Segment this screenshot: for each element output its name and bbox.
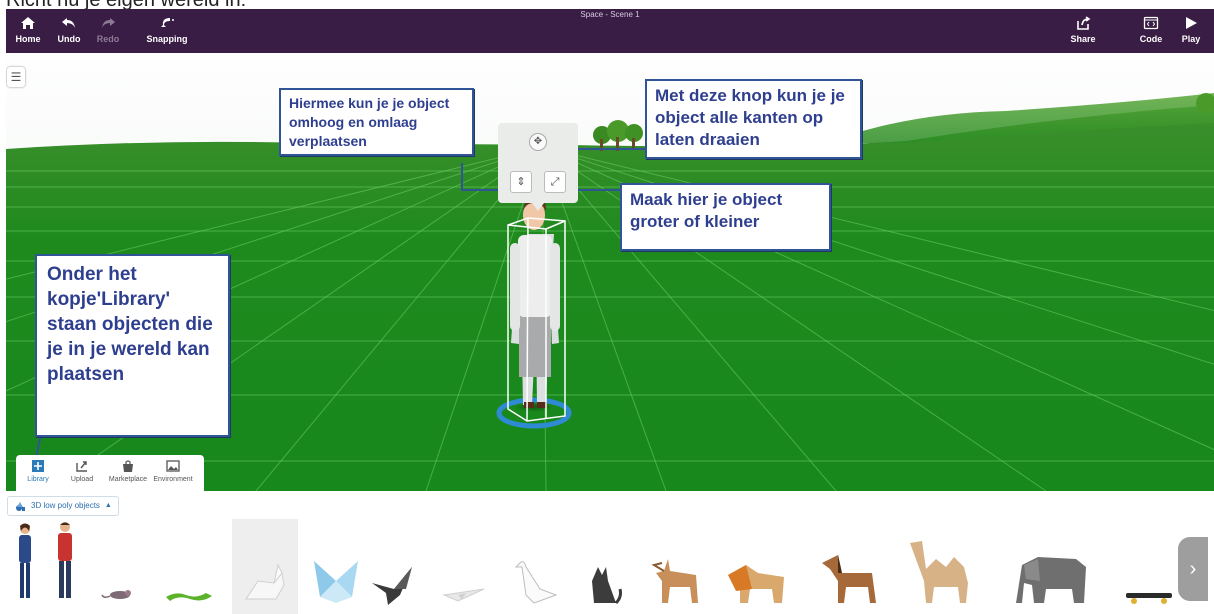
play-icon: [1186, 17, 1197, 29]
object-skateboard[interactable]: [1120, 519, 1178, 614]
callout-library: Onder het kopje'Library' staan objecten …: [35, 254, 230, 437]
object-butterfly[interactable]: [308, 519, 364, 614]
tab-marketplace-label: Marketplace: [108, 476, 148, 483]
image-icon: [166, 460, 180, 472]
tab-library[interactable]: Library: [16, 459, 60, 491]
tab-marketplace[interactable]: Marketplace: [106, 459, 150, 491]
redo-icon: [102, 18, 115, 28]
tab-upload-label: Upload: [70, 476, 94, 483]
object-mouse[interactable]: [100, 519, 144, 614]
object-elephant[interactable]: [1010, 519, 1090, 614]
panel-tabs: Library Upload Marketplace Environment: [16, 455, 204, 491]
object-swan[interactable]: [504, 519, 564, 614]
snapping-button[interactable]: Snapping: [144, 15, 190, 49]
bag-icon: [123, 460, 133, 472]
library-icon: [32, 460, 44, 472]
object-horse[interactable]: [816, 519, 886, 614]
snapping-icon: [161, 18, 174, 27]
move-vertical-button[interactable]: ⇕: [510, 171, 532, 193]
snapping-label: Snapping: [146, 34, 188, 44]
share-label: Share: [1070, 34, 1096, 44]
category-icon: [16, 501, 25, 511]
callout-scale: Maak hier je object groter of kleiner: [620, 183, 831, 251]
object-camel[interactable]: [906, 519, 980, 614]
upload-icon: [76, 461, 87, 472]
object-lizard[interactable]: [162, 519, 222, 614]
category-select[interactable]: 3D low poly objects ▲: [7, 496, 119, 516]
rotate-button[interactable]: ✥: [529, 133, 547, 151]
object-origami-crane[interactable]: [366, 519, 422, 614]
scroll-right-button[interactable]: ›: [1178, 537, 1208, 601]
category-label: 3D low poly objects: [31, 501, 100, 510]
3d-viewport[interactable]: ☰ ✥ ⇕ ⤢ Hiermee kun je je object omhoog …: [6, 53, 1214, 491]
share-icon: [1077, 16, 1091, 30]
code-button[interactable]: Code: [1133, 15, 1169, 49]
object-man[interactable]: [50, 519, 84, 614]
object-cat[interactable]: [576, 519, 624, 614]
play-label: Play: [1181, 34, 1201, 44]
object-woman[interactable]: [12, 519, 46, 614]
code-icon: [1143, 16, 1159, 30]
code-label: Code: [1139, 34, 1163, 44]
redo-button[interactable]: Redo: [90, 15, 126, 49]
object-deer[interactable]: [646, 519, 710, 614]
play-button[interactable]: Play: [1173, 15, 1209, 49]
top-toolbar: Space - Scene 1 Home Undo Redo Snapping …: [6, 9, 1214, 53]
scale-button[interactable]: ⤢: [544, 171, 566, 193]
callout-rotate: Met deze knop kun je je object alle kant…: [645, 79, 862, 159]
object-paper-plane[interactable]: [436, 519, 492, 614]
callout-move: Hiermee kun je je object omhoog en omlaa…: [279, 88, 474, 156]
home-icon: [21, 17, 35, 29]
home-button[interactable]: Home: [10, 15, 46, 49]
undo-button[interactable]: Undo: [51, 15, 87, 49]
home-label: Home: [15, 34, 41, 44]
redo-label: Redo: [96, 34, 120, 44]
share-button[interactable]: Share: [1065, 15, 1101, 49]
caret-up-icon: ▲: [104, 502, 112, 509]
undo-label: Undo: [57, 34, 81, 44]
object-thumbnails: [6, 519, 1214, 614]
tab-environment[interactable]: Environment: [151, 459, 195, 491]
outline-menu-button[interactable]: ☰: [7, 67, 25, 87]
object-rabbit[interactable]: [232, 519, 298, 614]
tab-upload[interactable]: Upload: [60, 459, 104, 491]
tab-environment-label: Environment: [153, 476, 193, 483]
tab-library-label: Library: [27, 476, 49, 483]
object-lion[interactable]: [722, 519, 792, 614]
cospaces-editor: Space - Scene 1 Home Undo Redo Snapping …: [6, 9, 1214, 614]
transform-popover: ✥ ⇕ ⤢: [498, 123, 578, 211]
library-panel: 3D low poly objects ▲ ›: [6, 491, 1214, 614]
undo-icon: [62, 18, 75, 28]
